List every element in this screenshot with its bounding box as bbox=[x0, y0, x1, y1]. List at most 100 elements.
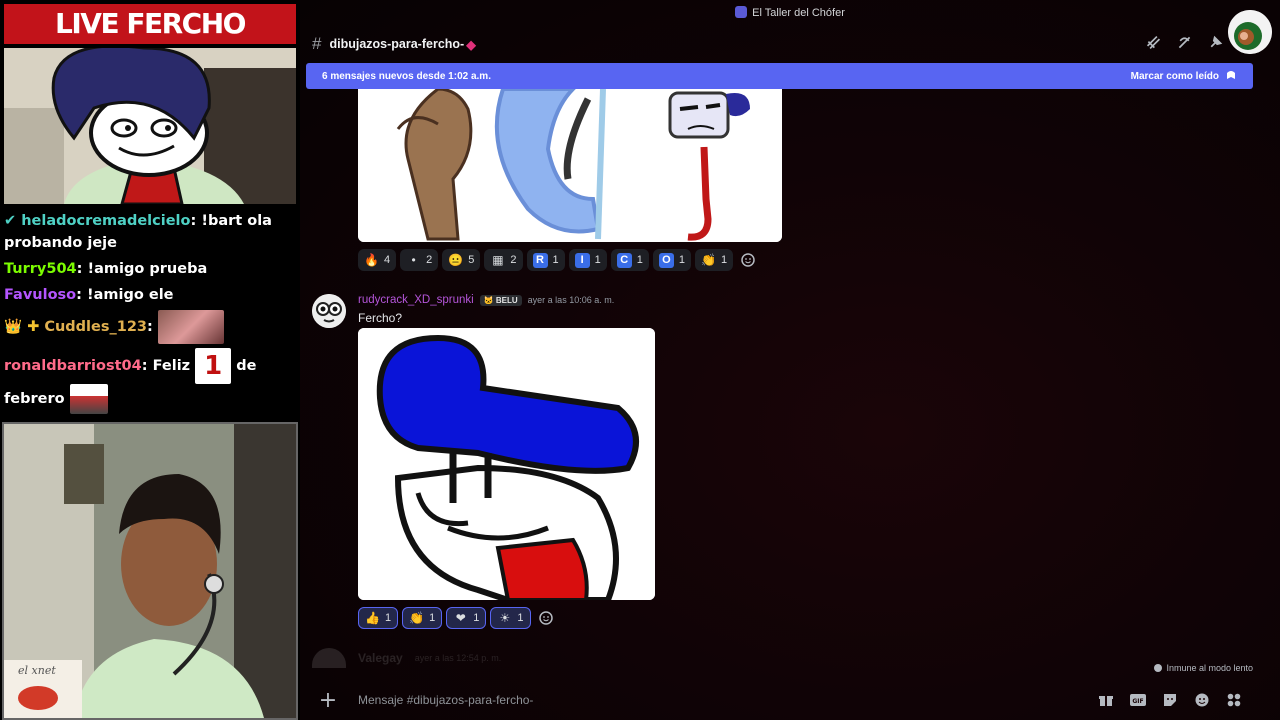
chat-text: !amigo prueba bbox=[87, 261, 208, 277]
reaction-emoji-icon: ☀ bbox=[499, 611, 511, 625]
message-header: rudycrack_XD_sprunki 🐱 BELU ayer a las 1… bbox=[358, 294, 614, 306]
server-icon bbox=[735, 6, 748, 18]
slowmode-indicator: Inmune al modo lento bbox=[1154, 663, 1253, 673]
chat-username: ronaldbarriost04 bbox=[4, 358, 142, 374]
sticker-icon[interactable] bbox=[1161, 691, 1179, 709]
chat-message: ronaldbarriost04: Feliz 1 de febrero bbox=[4, 348, 296, 414]
reaction-emoji-icon: I bbox=[574, 252, 590, 268]
guild-tag[interactable]: 🐱 BELU bbox=[479, 294, 522, 306]
new-messages-text: 6 mensajes nuevos desde 1:02 a.m. bbox=[322, 70, 491, 82]
gift-icon[interactable] bbox=[1097, 691, 1115, 709]
reaction-count: 1 bbox=[429, 612, 436, 624]
reaction-button[interactable]: ☀ 1 bbox=[490, 607, 531, 629]
face-emote-icon bbox=[157, 310, 224, 344]
stream-chat: ✔ heladocremadelcielo: !bart ola proband… bbox=[0, 208, 300, 418]
mark-read-button[interactable]: Marcar como leído bbox=[1131, 71, 1219, 82]
user-avatar[interactable] bbox=[1228, 10, 1272, 54]
reaction-emoji-icon: O bbox=[658, 252, 674, 268]
chat-message: 👑 ✚ Cuddles_123: bbox=[4, 310, 296, 344]
reaction-button[interactable]: 😐 5 bbox=[442, 249, 481, 271]
reaction-count: 2 bbox=[426, 254, 433, 266]
reactions-row: 🔥 4 • 2 😐 5 ▦ 2 R 1 I 1 C 1 O 1 👏 1 bbox=[358, 249, 759, 271]
chat-username: heladocremadelcielo bbox=[21, 213, 191, 229]
reaction-button[interactable]: 👍 1 bbox=[358, 607, 399, 629]
drawing-image[interactable] bbox=[358, 89, 782, 242]
header-toolbar bbox=[1145, 34, 1224, 55]
emoji-icon[interactable] bbox=[1193, 691, 1211, 709]
message-text: Fercho? bbox=[358, 311, 403, 325]
message-composer: + GIF bbox=[306, 680, 1253, 720]
reaction-button[interactable]: 👏 1 bbox=[402, 607, 443, 629]
message-username[interactable]: rudycrack_XD_sprunki bbox=[358, 294, 474, 306]
reaction-emoji-icon: 👏 bbox=[409, 611, 425, 625]
server-title: El Taller del Chófer bbox=[300, 6, 1280, 19]
message-avatar bbox=[312, 648, 346, 668]
chat-message: Favuloso: !amigo ele bbox=[4, 287, 174, 303]
reaction-emoji-icon: 👏 bbox=[701, 253, 716, 267]
new-messages-banner[interactable]: 6 mensajes nuevos desde 1:02 a.m. Marcar… bbox=[306, 63, 1253, 89]
add-reaction-icon[interactable] bbox=[535, 607, 557, 629]
message-username: Valegay bbox=[358, 651, 403, 665]
crown-badge-icon: 👑 ✚ bbox=[4, 319, 40, 335]
add-reaction-icon[interactable] bbox=[737, 249, 759, 271]
timer-icon bbox=[1154, 664, 1163, 672]
reaction-count: 1 bbox=[721, 254, 728, 266]
verified-icon: ✔ bbox=[4, 213, 17, 229]
chat-message: ✔ heladocremadelcielo: !bart ola proband… bbox=[4, 213, 272, 251]
faded-message: Valegay ayer a las 12:54 p. m. bbox=[312, 648, 501, 668]
chat-text: Feliz bbox=[152, 358, 191, 374]
number-one-emote-icon: 1 bbox=[195, 348, 232, 384]
channel-name: dibujazos-para-fercho- bbox=[329, 37, 465, 51]
message-avatar[interactable] bbox=[312, 294, 346, 328]
pin-icon[interactable] bbox=[1207, 34, 1224, 55]
reaction-emoji-icon: • bbox=[411, 253, 416, 267]
reaction-button[interactable]: C1 bbox=[610, 249, 649, 271]
add-attachment-button[interactable]: + bbox=[312, 688, 344, 713]
reaction-emoji-icon: C bbox=[616, 252, 632, 268]
message-input[interactable] bbox=[358, 693, 1097, 707]
chat-username: Cuddles_123 bbox=[44, 319, 148, 335]
mark-read-icon bbox=[1225, 69, 1237, 84]
chat-text: febrero bbox=[4, 391, 65, 407]
reaction-count: 1 bbox=[678, 254, 685, 266]
gif-icon[interactable]: GIF bbox=[1129, 691, 1147, 709]
reaction-count: 1 bbox=[517, 612, 524, 624]
chat-text: !amigo ele bbox=[87, 287, 174, 303]
reaction-button[interactable]: I1 bbox=[568, 249, 607, 271]
message-timestamp: ayer a las 12:54 p. m. bbox=[414, 653, 502, 663]
stream-banner: LIVE FERCHO REACTION bbox=[4, 4, 296, 80]
reaction-emoji-icon: ▦ bbox=[492, 253, 504, 267]
reaction-button[interactable]: R1 bbox=[526, 249, 565, 271]
reaction-count: 5 bbox=[468, 254, 475, 266]
stream-overlay: LIVE FERCHO REACTION ✔ heladocremadelcie… bbox=[0, 0, 300, 720]
reaction-emoji-icon: ❤ bbox=[455, 611, 466, 625]
reaction-count: 1 bbox=[473, 612, 480, 624]
reaction-count: 2 bbox=[510, 254, 517, 266]
reaction-button[interactable]: O1 bbox=[652, 249, 691, 271]
message-timestamp: ayer a las 10:06 a. m. bbox=[527, 295, 615, 305]
reaction-button[interactable]: 👏 1 bbox=[695, 249, 734, 271]
reaction-button[interactable]: ▦ 2 bbox=[484, 249, 523, 271]
webcam-avatar-cartoon bbox=[4, 48, 296, 204]
chat-text: de bbox=[236, 358, 257, 374]
reaction-count: 1 bbox=[594, 254, 601, 266]
threads-icon[interactable] bbox=[1145, 34, 1162, 55]
apps-icon[interactable] bbox=[1225, 691, 1243, 709]
reaction-count: 1 bbox=[636, 254, 643, 266]
hashtag-icon: # bbox=[312, 34, 322, 53]
signature-logo: el xnet bbox=[4, 660, 82, 718]
chat-username: Turry504 bbox=[4, 261, 77, 277]
reaction-count: 1 bbox=[385, 612, 392, 624]
reaction-button[interactable]: • 2 bbox=[400, 249, 439, 271]
reactions-row: 👍 1 👏 1 ❤ 1 ☀ 1 bbox=[358, 607, 557, 629]
cat-icon: 🐱 bbox=[483, 295, 494, 305]
composer-tools: GIF bbox=[1097, 691, 1243, 709]
reaction-button[interactable]: 🔥 4 bbox=[358, 249, 397, 271]
drawing-image[interactable] bbox=[358, 328, 655, 600]
channel-header: # dibujazos-para-fercho- ◆ bbox=[312, 34, 476, 54]
reaction-count: 4 bbox=[384, 254, 391, 266]
reaction-button[interactable]: ❤ 1 bbox=[446, 607, 487, 629]
svg-text:GIF: GIF bbox=[1132, 698, 1143, 705]
car-emote-icon bbox=[69, 384, 108, 414]
mute-bell-icon[interactable] bbox=[1176, 34, 1193, 55]
